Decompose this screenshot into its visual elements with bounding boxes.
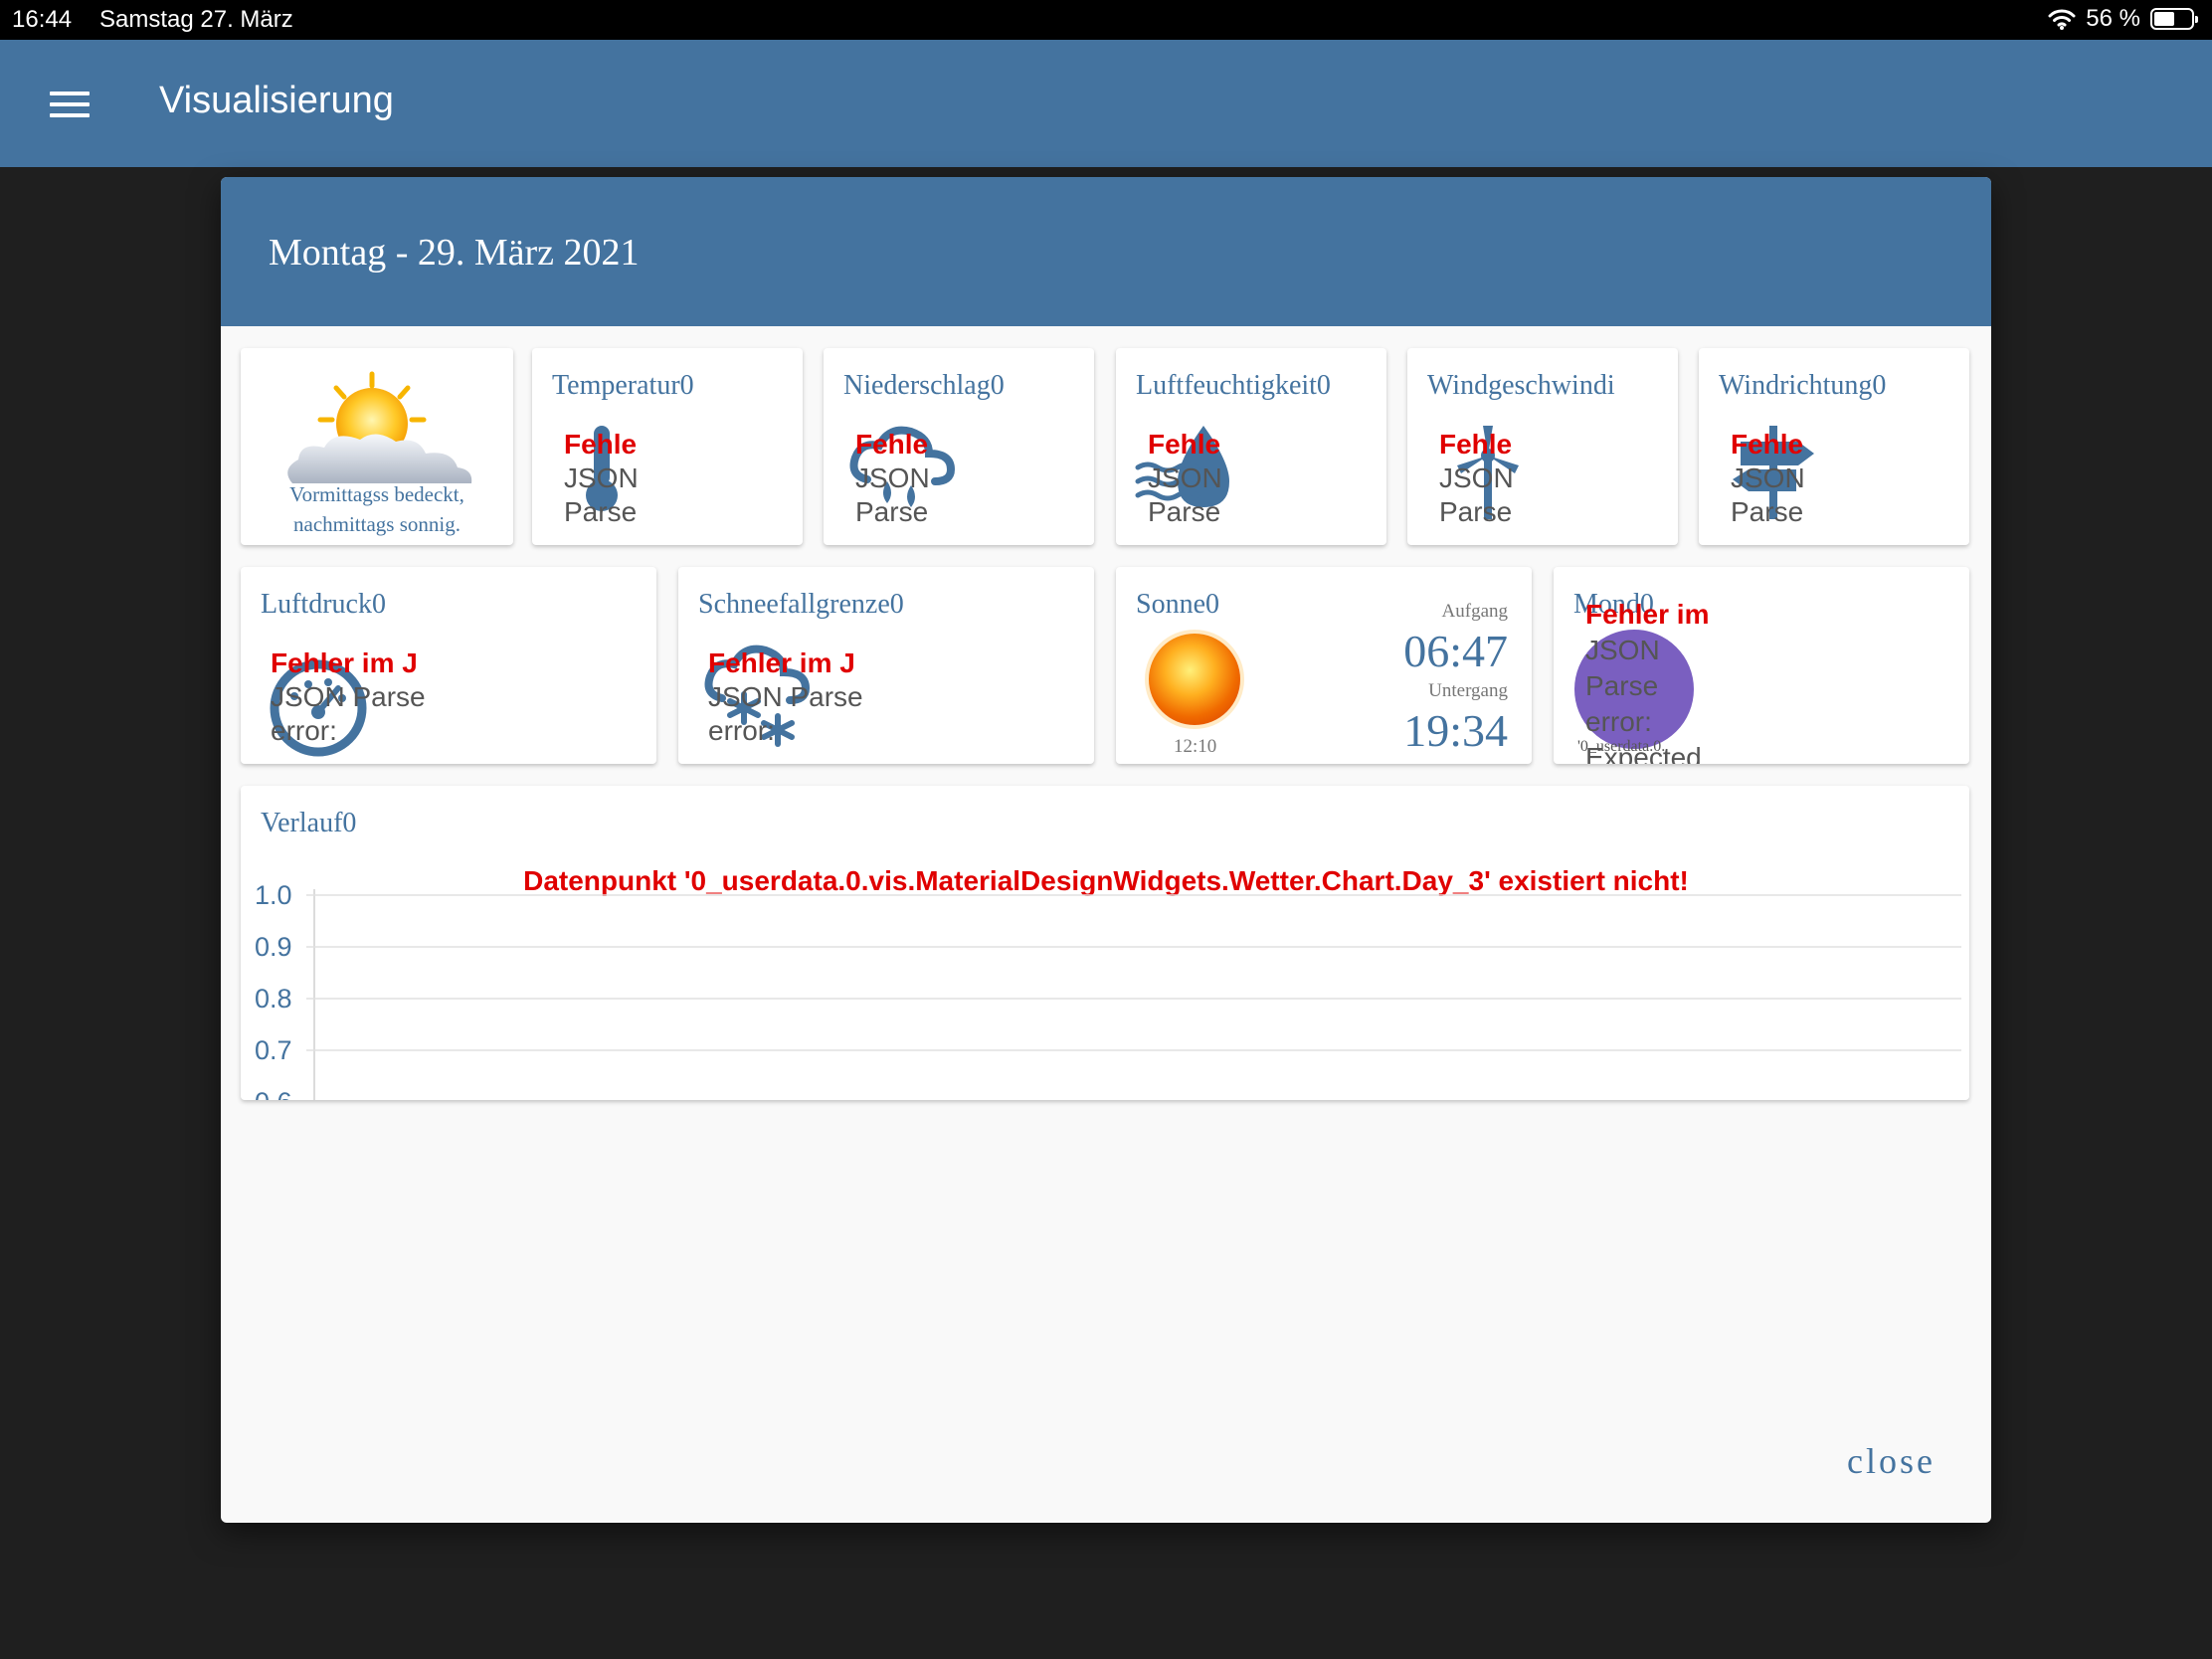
wind-direction-card: Windrichtung0 Fehle JSON Parse	[1699, 348, 1969, 545]
sunrise-label: Aufgang	[1441, 601, 1508, 622]
card-title: Temperatur0	[552, 370, 694, 401]
dialog-date: Montag - 29. März 2021	[269, 232, 640, 274]
card-title: Sonne0	[1136, 589, 1219, 620]
error-text: Fehle JSON Parse	[564, 429, 639, 527]
humidity-card: Luftfeuchtigkeit0 Fehle JSON Parse	[1116, 348, 1386, 545]
sunset-label: Untergang	[1428, 680, 1508, 701]
wind-speed-card: Windgeschwindi Fehle JSON Parse	[1407, 348, 1678, 545]
status-right: 56 %	[2048, 5, 2198, 33]
battery-fill	[2154, 12, 2174, 26]
chart-plot: 1.00.90.80.70.60.50.4	[255, 880, 1961, 1100]
hamburger-menu-icon[interactable]	[50, 92, 90, 117]
forecast-text: Vormittagss bedeckt, nachmittags sonnig.	[289, 482, 464, 536]
temperature-card: Temperatur0 Fehle JSON Parse	[532, 348, 803, 545]
forecast-card: Vormittagss bedeckt, nachmittags sonnig.	[241, 348, 513, 545]
status-bar: 16:44 Samstag 27. März 56 %	[0, 0, 2212, 40]
card-title: Windgeschwindi	[1427, 370, 1615, 401]
card-title: Windrichtung0	[1719, 370, 1887, 401]
chart-y-tick-label: 1.0	[255, 880, 292, 910]
weather-detail-dialog: Montag - 29. März 2021 Vormittagss bedec…	[221, 177, 1991, 1523]
chart-y-tick-label: 0.7	[255, 1035, 292, 1065]
card-title: Luftdruck0	[261, 589, 386, 620]
partly-cloudy-icon	[287, 371, 472, 483]
chart-card: Verlauf0 Datenpunkt '0_userdata.0.vis.Ma…	[241, 786, 1969, 1100]
solar-noon-time: 12:10	[1174, 736, 1217, 757]
battery-icon	[2150, 8, 2198, 30]
card-title: Luftfeuchtigkeit0	[1136, 370, 1331, 401]
precipitation-card: Niederschlag0 Fehle JSON Parse	[824, 348, 1094, 545]
chart-y-tick-label: 0.6	[255, 1087, 292, 1100]
sun-icon	[1145, 630, 1244, 729]
error-text: Fehle JSON Parse	[1731, 429, 1805, 527]
status-date: Samstag 27. März	[99, 6, 293, 33]
air-pressure-card: Luftdruck0 Fehler im J JSON Parse error:	[241, 567, 656, 764]
error-text: Fehle JSON Parse	[1148, 429, 1222, 527]
moon-card: Mond0 Fehler im JSON Parse error: Expect…	[1554, 567, 1969, 764]
app-title: Visualisierung	[159, 80, 394, 121]
card-title: Niederschlag0	[843, 370, 1005, 401]
sunset-time: 19:34	[1403, 705, 1508, 756]
app-bar: Visualisierung	[0, 40, 2212, 167]
close-button[interactable]: close	[1847, 1440, 1936, 1482]
sun-card: Sonne0 12:10 Aufgang 06:47 Untergang 19:…	[1116, 567, 1532, 764]
error-text: Fehle JSON Parse	[855, 429, 930, 527]
snowfall-limit-card: Schneefallgrenze0 Fehler im J JSON Parse e…	[678, 567, 1094, 764]
chart-y-tick-label: 0.8	[255, 984, 292, 1014]
battery-percent: 56 %	[2086, 5, 2140, 32]
error-text: Fehle JSON Parse	[1439, 429, 1514, 527]
moon-debug-text: '0_userdata.0.	[1577, 738, 1666, 755]
card-title: Schneefallgrenze0	[698, 589, 904, 620]
chart-y-tick-label: 0.9	[255, 932, 292, 962]
error-text: Fehler im J JSON Parse error:	[271, 647, 426, 746]
dialog-header: Montag - 29. März 2021	[221, 177, 1991, 326]
wifi-icon	[2048, 9, 2076, 30]
sunrise-time: 06:47	[1403, 626, 1508, 676]
status-time: 16:44	[12, 6, 73, 33]
error-text: Fehler im J JSON Parse error:	[708, 647, 863, 746]
